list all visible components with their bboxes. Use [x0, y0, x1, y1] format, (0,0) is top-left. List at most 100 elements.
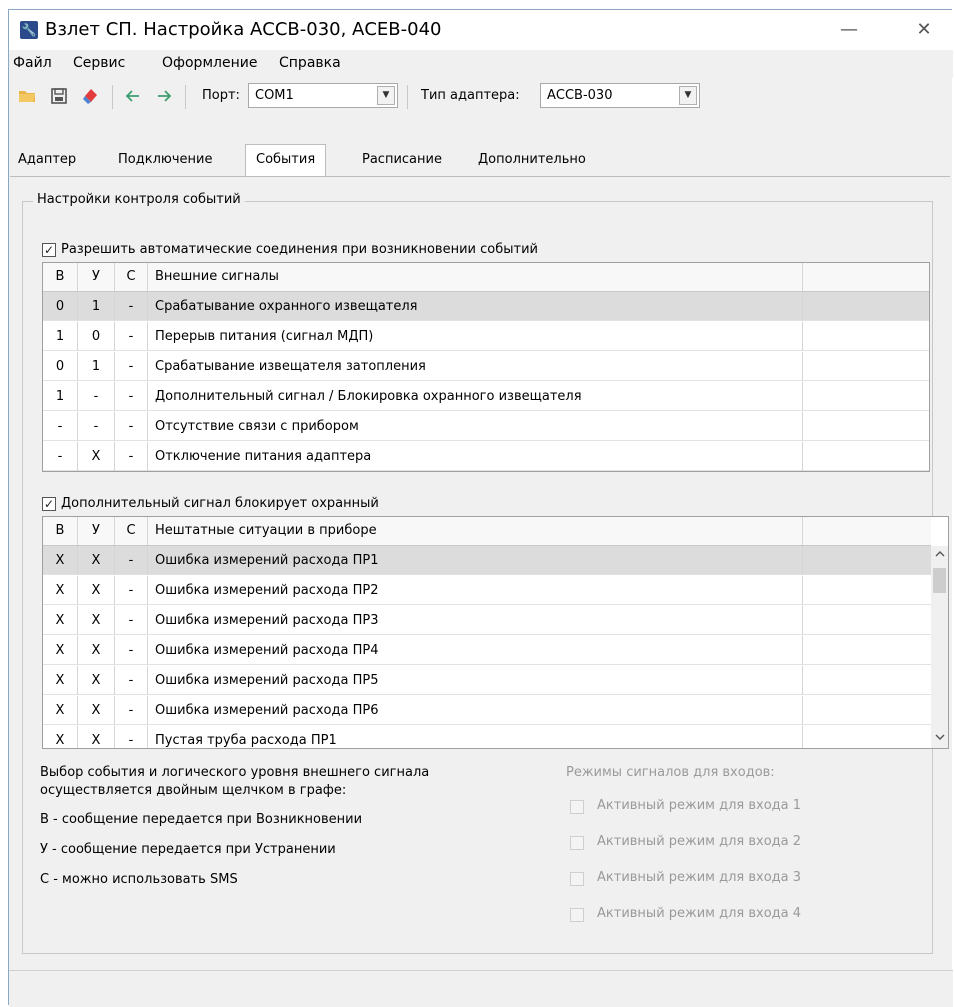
cell-name[interactable]: Отсутствие связи с прибором: [148, 412, 803, 441]
table-row[interactable]: X X - Ошибка измерений расхода ПР6: [43, 696, 931, 725]
open-folder-icon[interactable]: [17, 86, 37, 106]
table-row[interactable]: 1- - Дополнительный сигнал / Блокировка ох…: [43, 382, 929, 411]
cell-b[interactable]: -: [43, 412, 78, 441]
extra-signal-blocks-checkbox[interactable]: ✓: [42, 497, 56, 511]
cell-c[interactable]: -: [115, 576, 148, 605]
tab-adapter[interactable]: Адаптер: [18, 147, 76, 175]
cell-b[interactable]: -: [43, 442, 78, 471]
column-header-u[interactable]: У: [78, 517, 115, 545]
cell-u[interactable]: X: [78, 636, 115, 665]
cell-b[interactable]: 0: [43, 352, 78, 381]
table-row[interactable]: - X - Отключение питания адаптера: [43, 442, 929, 471]
table-row[interactable]: - - - Отсутствие связи с прибором: [43, 412, 929, 441]
device-faults-table[interactable]: В У С Нештатные ситуации в приборе X X - Ош…: [42, 516, 949, 749]
cell-c[interactable]: -: [115, 696, 148, 725]
cell-u[interactable]: X: [78, 666, 115, 695]
cell-c[interactable]: -: [115, 292, 148, 321]
cell-b[interactable]: X: [43, 666, 78, 695]
minimize-button[interactable]: —: [829, 14, 869, 46]
cell-u[interactable]: 1: [78, 292, 115, 321]
cell-u[interactable]: -: [78, 412, 115, 441]
cell-u[interactable]: X: [78, 696, 115, 725]
cell-c[interactable]: -: [115, 546, 148, 575]
column-header-b[interactable]: В: [43, 517, 78, 545]
table-row[interactable]: X X - Ошибка измерений расхода ПР2: [43, 576, 931, 605]
cell-name[interactable]: Ошибка измерений расхода ПР6: [148, 696, 803, 725]
close-button[interactable]: ✕: [904, 14, 944, 46]
cell-name[interactable]: Срабатывание охранного извещателя: [148, 292, 803, 321]
cell-u[interactable]: 1: [78, 352, 115, 381]
scroll-down-icon[interactable]: [931, 730, 948, 747]
table-row[interactable]: X X - Пустая труба расхода ПР1: [43, 726, 931, 748]
cell-c[interactable]: -: [115, 352, 148, 381]
auto-connect-checkbox[interactable]: ✓: [42, 243, 56, 257]
cell-b[interactable]: X: [43, 576, 78, 605]
cell-name[interactable]: Срабатывание извещателя затопления: [148, 352, 803, 381]
cell-u[interactable]: X: [78, 576, 115, 605]
cell-u[interactable]: 0: [78, 322, 115, 351]
port-combobox[interactable]: COM1 ▼: [248, 83, 398, 108]
table-row[interactable]: 0 1- Срабатывание извещателя затопления: [43, 352, 929, 381]
table-row[interactable]: X X - Ошибка измерений расхода ПР1: [43, 546, 931, 575]
cell-b[interactable]: 1: [43, 322, 78, 351]
cell-name[interactable]: Ошибка измерений расхода ПР2: [148, 576, 803, 605]
column-header-name[interactable]: Внешние сигналы: [148, 263, 803, 291]
cell-u[interactable]: X: [78, 606, 115, 635]
back-arrow-icon[interactable]: [123, 86, 143, 106]
cell-u[interactable]: X: [78, 442, 115, 471]
table-row[interactable]: X X - Ошибка измерений расхода ПР5: [43, 666, 931, 695]
cell-c[interactable]: -: [115, 606, 148, 635]
cell-name[interactable]: Ошибка измерений расхода ПР4: [148, 636, 803, 665]
cell-c[interactable]: -: [115, 412, 148, 441]
cell-c[interactable]: -: [115, 442, 148, 471]
tab-additional[interactable]: Дополнительно: [478, 147, 586, 175]
input-mode-4-checkbox[interactable]: [570, 908, 584, 922]
table-row[interactable]: X X - Ошибка измерений расхода ПР3: [43, 606, 931, 635]
cell-u[interactable]: -: [78, 382, 115, 411]
tab-schedule[interactable]: Расписание: [362, 147, 442, 175]
external-signals-table[interactable]: В У С Внешние сигналы 0 1- Срабатывание ох…: [42, 262, 930, 472]
save-icon[interactable]: [49, 86, 69, 106]
cell-name[interactable]: Отключение питания адаптера: [148, 442, 803, 471]
table-row[interactable]: 1 0- Перерыв питания (сигнал МДП): [43, 322, 929, 351]
input-mode-2-checkbox[interactable]: [570, 836, 584, 850]
cell-u[interactable]: X: [78, 726, 115, 748]
cell-name[interactable]: Дополнительный сигнал / Блокировка охран…: [148, 382, 803, 411]
cell-name[interactable]: Пустая труба расхода ПР1: [148, 726, 803, 748]
column-header-c[interactable]: С: [115, 517, 148, 545]
input-mode-1-checkbox[interactable]: [570, 800, 584, 814]
tab-connection[interactable]: Подключение: [118, 147, 212, 175]
cell-b[interactable]: 1: [43, 382, 78, 411]
vertical-scrollbar[interactable]: [931, 546, 948, 748]
input-mode-3-checkbox[interactable]: [570, 872, 584, 886]
column-header-c[interactable]: С: [115, 263, 148, 291]
cell-b[interactable]: X: [43, 606, 78, 635]
column-header-u[interactable]: У: [78, 263, 115, 291]
scrollbar-thumb[interactable]: [933, 568, 946, 593]
scroll-up-icon[interactable]: [931, 547, 948, 564]
cell-b[interactable]: X: [43, 546, 78, 575]
column-header-name[interactable]: Нештатные ситуации в приборе: [148, 517, 803, 545]
adapter-type-combobox[interactable]: АССВ-030 ▼: [540, 83, 700, 108]
cell-name[interactable]: Ошибка измерений расхода ПР3: [148, 606, 803, 635]
cell-c[interactable]: -: [115, 636, 148, 665]
cell-name[interactable]: Перерыв питания (сигнал МДП): [148, 322, 803, 351]
cell-name[interactable]: Ошибка измерений расхода ПР1: [148, 546, 803, 575]
forward-arrow-icon[interactable]: [154, 86, 174, 106]
column-header-b[interactable]: В: [43, 263, 78, 291]
cell-b[interactable]: X: [43, 696, 78, 725]
eraser-icon[interactable]: [81, 86, 101, 106]
menu-appearance[interactable]: Оформление: [162, 55, 257, 71]
chevron-down-icon[interactable]: ▼: [679, 86, 697, 105]
cell-b[interactable]: X: [43, 726, 78, 748]
table-row[interactable]: 0 1- Срабатывание охранного извещателя: [43, 292, 929, 321]
table-row[interactable]: X X - Ошибка измерений расхода ПР4: [43, 636, 931, 665]
tab-events[interactable]: События: [245, 144, 327, 177]
cell-c[interactable]: -: [115, 666, 148, 695]
cell-name[interactable]: Ошибка измерений расхода ПР5: [148, 666, 803, 695]
menu-service[interactable]: Сервис: [73, 55, 125, 71]
cell-u[interactable]: X: [78, 546, 115, 575]
menu-file[interactable]: Файл: [13, 55, 52, 71]
cell-b[interactable]: 0: [43, 292, 78, 321]
cell-b[interactable]: X: [43, 636, 78, 665]
